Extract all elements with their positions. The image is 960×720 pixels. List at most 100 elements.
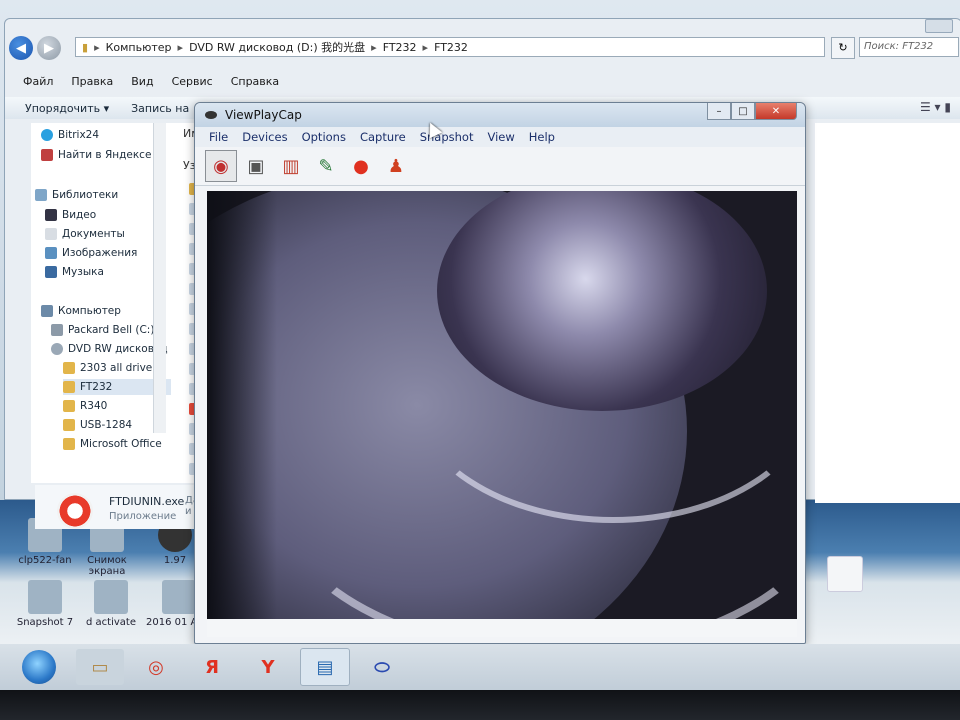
documents-icon xyxy=(45,228,57,240)
maximize-button[interactable]: □ xyxy=(731,103,755,120)
nav-item-label: Музыка xyxy=(62,266,104,278)
address-bar[interactable]: ▮ ▸ Компьютер ▸ DVD RW дисковод (D:) 我的光… xyxy=(75,37,825,57)
taskbar: ▭ ◎ Я Y ▤ ⬭ xyxy=(0,644,960,690)
video-tool-glyph: ▥ xyxy=(282,155,300,177)
nav-item-documents[interactable]: Документы xyxy=(45,226,125,242)
back-button[interactable]: ◀ xyxy=(9,36,33,60)
taskbar-yandex[interactable]: Я xyxy=(188,649,236,685)
video-tool-icon[interactable]: ▥ xyxy=(275,150,307,182)
menu-help[interactable]: Help xyxy=(529,130,555,144)
menu-tools[interactable]: Сервис xyxy=(172,75,213,88)
explorer-minimize-button[interactable] xyxy=(925,19,953,33)
libraries-icon xyxy=(35,189,47,201)
nav-item-label: Компьютер xyxy=(58,305,121,317)
taskbar-explorer[interactable]: ▭ xyxy=(76,649,124,685)
status-bar xyxy=(207,619,797,637)
breadcrumb-ft232[interactable]: FT232 xyxy=(383,41,417,54)
desktop-icon[interactable]: Snapshot 7 xyxy=(10,580,80,628)
nav-item-label: Изображения xyxy=(62,247,138,259)
taskbar-viewplaycap[interactable]: ▤ xyxy=(300,648,350,686)
bitrix-icon xyxy=(41,129,53,141)
nav-item-folder[interactable]: R340 xyxy=(63,398,107,414)
nav-item-label: Bitrix24 xyxy=(58,129,100,141)
yandex-search-icon xyxy=(41,149,53,161)
desktop-icon-image xyxy=(162,580,196,614)
folder-icon xyxy=(63,381,75,393)
nav-item-label: Видео xyxy=(62,209,97,221)
desktop-icon-label: 1.97 xyxy=(163,555,187,566)
nav-item-drive-c[interactable]: Packard Bell (C:) xyxy=(51,322,154,338)
taskbar-yandex-browser[interactable]: Y xyxy=(244,649,292,685)
nav-item-label: USB-1284 xyxy=(80,419,133,431)
viewplaycap-window: ViewPlayCap – □ ✕ File Devices Options C… xyxy=(194,102,806,644)
file-list-right-area xyxy=(815,123,960,503)
nav-item-music[interactable]: Музыка xyxy=(45,264,104,280)
nav-item-dvd-drive[interactable]: DVD RW дисковод xyxy=(51,341,168,357)
menu-file[interactable]: Файл xyxy=(23,75,53,88)
nav-item-folder[interactable]: Microsoft Office xyxy=(63,436,162,452)
user-icon[interactable]: ♟ xyxy=(380,150,412,182)
breadcrumb-separator: ▸ xyxy=(371,40,377,54)
taskbar-chrome[interactable]: ◎ xyxy=(132,649,180,685)
navigation-scrollbar[interactable] xyxy=(153,123,166,433)
breadcrumb-dvd-drive[interactable]: DVD RW дисковод (D:) 我的光盘 xyxy=(189,39,365,55)
nav-item-video[interactable]: Видео xyxy=(45,207,96,223)
breadcrumb-computer[interactable]: Компьютер xyxy=(106,41,172,54)
view-options-icon[interactable]: ☰ ▾ ▮ xyxy=(920,100,951,114)
desktop-icon-label: Snapshot 7 xyxy=(16,617,74,628)
image-tool-glyph: ✎ xyxy=(318,155,334,177)
desktop-icon[interactable]: d activate xyxy=(76,580,146,628)
menu-help[interactable]: Справка xyxy=(231,75,279,88)
folder-icon xyxy=(63,400,75,412)
explorer-icon: ▭ xyxy=(91,656,109,678)
folder-icon xyxy=(63,362,75,374)
image-tool-icon[interactable]: ✎ xyxy=(310,150,342,182)
forward-button[interactable]: ▶ xyxy=(37,36,61,60)
close-button[interactable]: ✕ xyxy=(755,103,797,120)
record-glyph: ● xyxy=(353,155,369,177)
menu-edit[interactable]: Правка xyxy=(71,75,113,88)
nav-item-bitrix24[interactable]: Bitrix24 xyxy=(41,127,99,143)
address-row: ◀ ▶ ▮ ▸ Компьютер ▸ DVD RW дисковод (D:)… xyxy=(5,33,960,63)
menu-devices[interactable]: Devices xyxy=(242,130,287,144)
details-file-type: Приложение xyxy=(109,511,177,522)
record-icon[interactable]: ● xyxy=(345,150,377,182)
start-button[interactable] xyxy=(22,650,56,684)
nav-item-folder[interactable]: USB-1284 xyxy=(63,417,132,433)
menu-view[interactable]: View xyxy=(487,130,514,144)
folder-icon xyxy=(63,419,75,431)
breadcrumb-separator: ▸ xyxy=(422,40,429,54)
folder-icon xyxy=(63,438,75,450)
nav-item-pictures[interactable]: Изображения xyxy=(45,245,137,261)
menu-capture[interactable]: Capture xyxy=(360,130,406,144)
nav-item-yandex[interactable]: Найти в Яндексе xyxy=(41,147,151,163)
yandex-icon: Я xyxy=(205,656,219,678)
menu-file[interactable]: File xyxy=(209,130,228,144)
desktop-icon[interactable] xyxy=(810,556,880,595)
app-icon xyxy=(57,493,93,529)
nav-item-libraries[interactable]: Библиотеки xyxy=(35,187,118,203)
window-title: ViewPlayCap xyxy=(225,108,302,122)
minimize-button[interactable]: – xyxy=(707,103,731,120)
viewplaycap-icon: ▤ xyxy=(316,656,334,678)
viewplaycap-toolbar: ◉ ▣ ▥ ✎ ● ♟ xyxy=(195,147,805,186)
taskbar-app[interactable]: ⬭ xyxy=(358,649,406,685)
user-glyph: ♟ xyxy=(387,155,405,177)
refresh-button[interactable]: ↻ xyxy=(831,37,855,59)
menu-view[interactable]: Вид xyxy=(131,75,153,88)
search-input[interactable]: Поиск: FT232 xyxy=(859,37,959,57)
burn-button[interactable]: Запись на xyxy=(131,102,189,115)
desktop-icon-image xyxy=(827,556,863,592)
viewplaycap-title-bar[interactable]: ViewPlayCap – □ ✕ xyxy=(195,103,805,127)
breadcrumb-ft232-current[interactable]: FT232 xyxy=(434,41,468,54)
menu-options[interactable]: Options xyxy=(302,130,346,144)
organize-button[interactable]: Упорядочить ▾ xyxy=(25,102,109,115)
nav-item-label: Packard Bell (C:) xyxy=(68,324,155,336)
camera-icon[interactable]: ▣ xyxy=(240,150,272,182)
navigation-pane: Bitrix24 Найти в Яндексе Библиотеки Виде… xyxy=(31,123,173,483)
details-file-name: FTDIUNIN.exe xyxy=(109,495,185,508)
nav-item-computer[interactable]: Компьютер xyxy=(41,303,121,319)
nav-item-folder[interactable]: 2303 all driver xyxy=(63,360,157,376)
webcam-icon[interactable]: ◉ xyxy=(205,150,237,182)
desktop-icon-image xyxy=(28,580,62,614)
